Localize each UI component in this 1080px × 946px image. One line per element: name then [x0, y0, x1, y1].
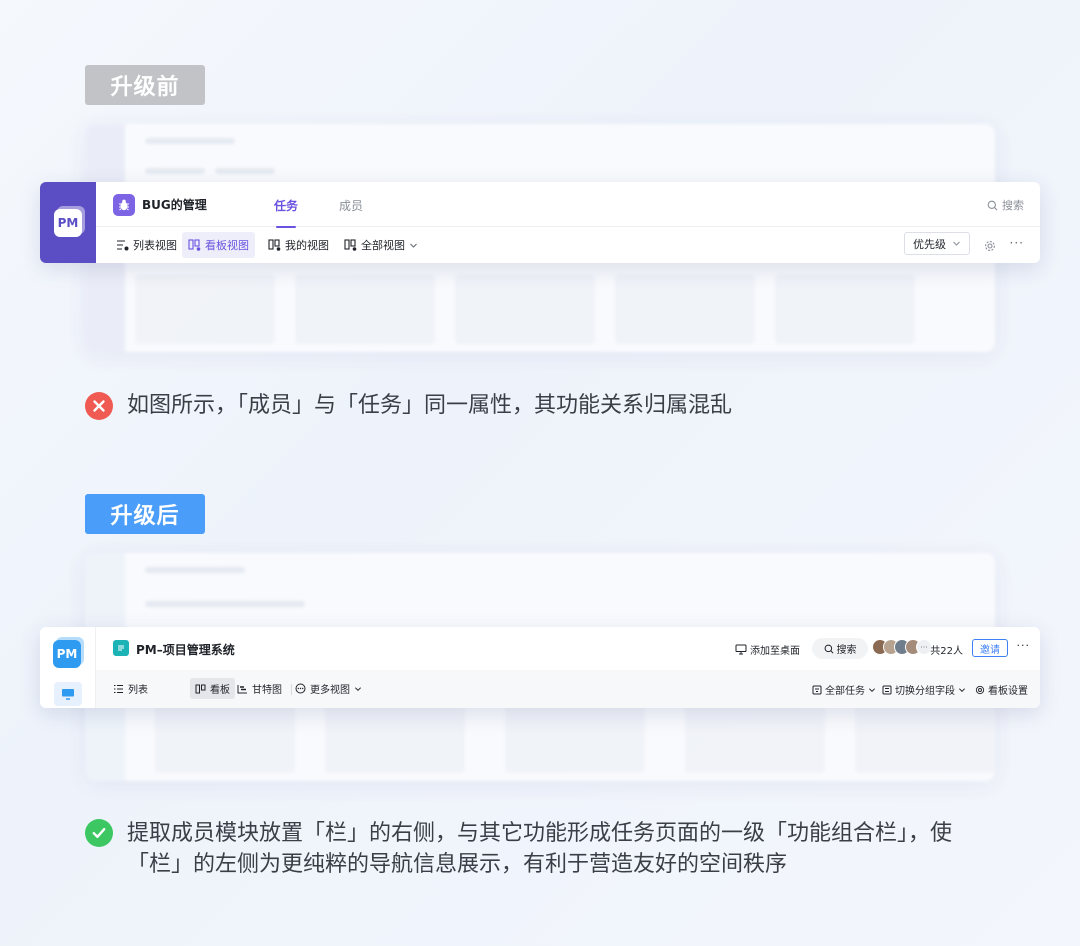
after-note: 提取成员模块放置「栏」的右侧，与其它功能形成任务页面的一级「功能组合栏」，使「栏… — [85, 818, 957, 880]
tab-tasks[interactable]: 任务 — [274, 197, 298, 228]
kanban-icon — [195, 684, 206, 693]
project-icon — [113, 640, 129, 656]
view-more[interactable]: 更多视图 — [290, 678, 367, 699]
after-note-text: 提取成员模块放置「栏」的右侧，与其它功能形成任务页面的一级「功能组合栏」，使「栏… — [127, 821, 953, 877]
after-toolbar: PM PM–项目管理系统 添加至桌面 搜索 ··· 共22人 邀请 ··· 列表… — [40, 627, 1040, 708]
search-icon — [824, 644, 833, 653]
kanban-icon — [188, 239, 201, 251]
pm-logo[interactable]: PM — [53, 640, 81, 668]
member-avatars[interactable]: ··· — [872, 639, 932, 655]
priority-select[interactable]: 优先级 — [904, 232, 970, 255]
more-icon[interactable]: ··· — [1010, 236, 1024, 250]
project-name: PM–项目管理系统 — [136, 643, 235, 657]
chevron-down-icon — [953, 241, 960, 246]
search-button[interactable]: 搜索 — [812, 638, 868, 659]
kanban-settings[interactable]: 看板设置 — [975, 682, 1028, 697]
view-all[interactable]: 全部视图 — [338, 232, 424, 258]
more-icon[interactable]: ··· — [1017, 639, 1031, 652]
after-sidebar: PM — [40, 627, 96, 708]
filter-icon — [812, 685, 822, 694]
error-icon — [85, 392, 113, 420]
chevron-down-icon — [958, 687, 966, 692]
before-view-bar: 列表视图 看板视图 我的视图 全部视图 优先级 ··· — [96, 227, 1040, 263]
chevron-down-icon — [410, 243, 417, 248]
invite-button[interactable]: 邀请 — [972, 639, 1008, 657]
before-note: 如图所示，「成员」与「任务」同一属性，其功能关系归属混乱 — [85, 391, 732, 421]
view-kanban[interactable]: 看板视图 — [182, 232, 255, 258]
view-list[interactable]: 列表视图 — [110, 232, 183, 258]
before-header: BUG的管理 任务 成员 搜索 — [96, 182, 1040, 228]
check-icon — [85, 819, 113, 847]
after-header: PM–项目管理系统 添加至桌面 搜索 ··· 共22人 邀请 ··· — [96, 627, 1040, 670]
chevron-down-icon — [868, 687, 876, 692]
before-note-text: 如图所示，「成员」与「任务」同一属性，其功能关系归属混乱 — [127, 393, 733, 418]
view-gantt[interactable]: 甘特图 — [232, 678, 287, 699]
add-to-desktop-button[interactable]: 添加至桌面 — [735, 642, 800, 657]
search-icon — [987, 200, 998, 210]
member-count[interactable]: 共22人 — [930, 642, 963, 657]
settings-icon — [975, 685, 985, 694]
desktop-icon[interactable] — [54, 682, 82, 706]
before-toolbar: PM BUG的管理 任务 成员 搜索 列表视图 看板视图 我的视图 全部视图 优… — [40, 182, 1040, 263]
group-icon — [882, 685, 892, 694]
tab-members[interactable]: 成员 — [339, 197, 363, 214]
after-view-bar: 列表 看板 甘特图 更多视图 全部任务 切换分组字段 看板设置 — [96, 670, 1040, 708]
view-mine[interactable]: 我的视图 — [262, 232, 335, 258]
after-tag: 升级后 — [85, 494, 205, 534]
all-views-icon — [344, 239, 357, 251]
list-view-icon — [117, 240, 129, 251]
more-views-icon — [295, 683, 306, 694]
my-view-icon — [268, 239, 281, 251]
before-sidebar: PM — [40, 182, 96, 263]
gantt-icon — [237, 684, 247, 693]
view-kanban[interactable]: 看板 — [190, 678, 235, 699]
group-field-switch[interactable]: 切换分组字段 — [882, 682, 966, 697]
list-icon — [114, 684, 123, 693]
before-tag: 升级前 — [85, 65, 205, 105]
view-list[interactable]: 列表 — [108, 678, 153, 699]
monitor-icon — [735, 644, 747, 655]
bug-icon — [113, 194, 135, 216]
settings-button[interactable] — [984, 237, 996, 256]
chevron-down-icon — [354, 686, 362, 691]
all-tasks-filter[interactable]: 全部任务 — [812, 682, 876, 697]
project-name: BUG的管理 — [142, 198, 207, 212]
pm-logo[interactable]: PM — [54, 208, 82, 237]
search-button[interactable]: 搜索 — [987, 197, 1024, 213]
gear-icon — [985, 241, 995, 251]
search-label: 搜索 — [1002, 199, 1024, 212]
